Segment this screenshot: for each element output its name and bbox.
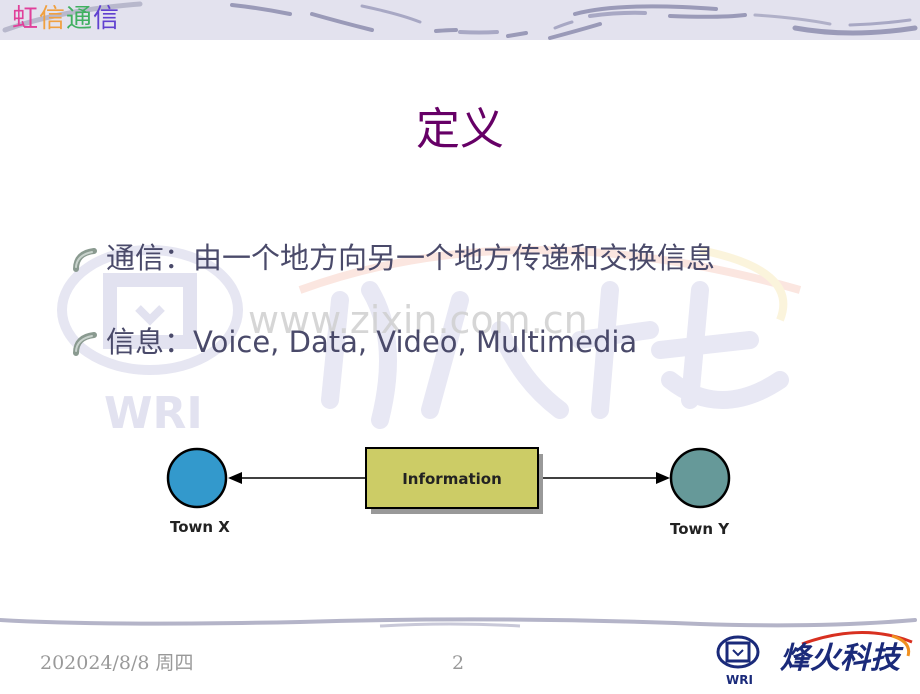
brand-char: 信	[39, 4, 67, 34]
town-y-node	[669, 447, 731, 509]
bullet-text: 通信：由一个地方向另一个地方传递和交换信息	[106, 241, 716, 275]
town-x-label: Town X	[170, 518, 230, 536]
brand-char: 虹	[12, 4, 40, 34]
footer-date: 202024/8/8 周四	[40, 652, 194, 674]
bullet-swoosh-icon	[73, 332, 97, 356]
bullet-swoosh-icon	[73, 248, 97, 272]
logo-wri-text: WRI	[726, 673, 753, 687]
bullet-item: 通信：由一个地方向另一个地方传递和交换信息	[70, 238, 715, 278]
logo-company-name: 烽火科技	[780, 641, 904, 676]
information-label: Information	[402, 470, 502, 488]
page-number: 2	[452, 652, 465, 674]
information-flow-diagram: Information Town X Town Y	[150, 430, 750, 550]
bullet-item: 信息：Voice, Data, Video, Multimedia	[70, 322, 637, 362]
company-logo-graphic: WRI 烽火科技	[716, 630, 913, 687]
header-swoosh-decoration	[2, 1, 918, 40]
company-logo: WRI 烽火科技	[712, 622, 920, 690]
brand-title: 虹信通信	[12, 3, 120, 35]
brand-char: 信	[93, 4, 121, 34]
diagram-graphics	[166, 447, 731, 514]
bullet-text: 信息：Voice, Data, Video, Multimedia	[106, 325, 638, 359]
slide-title: 定义	[416, 104, 504, 155]
brand-char: 通	[66, 4, 94, 34]
town-x-node	[166, 447, 228, 509]
arrowhead-right-icon	[656, 472, 670, 484]
town-y-label: Town Y	[670, 520, 730, 538]
arrowhead-left-icon	[228, 472, 242, 484]
